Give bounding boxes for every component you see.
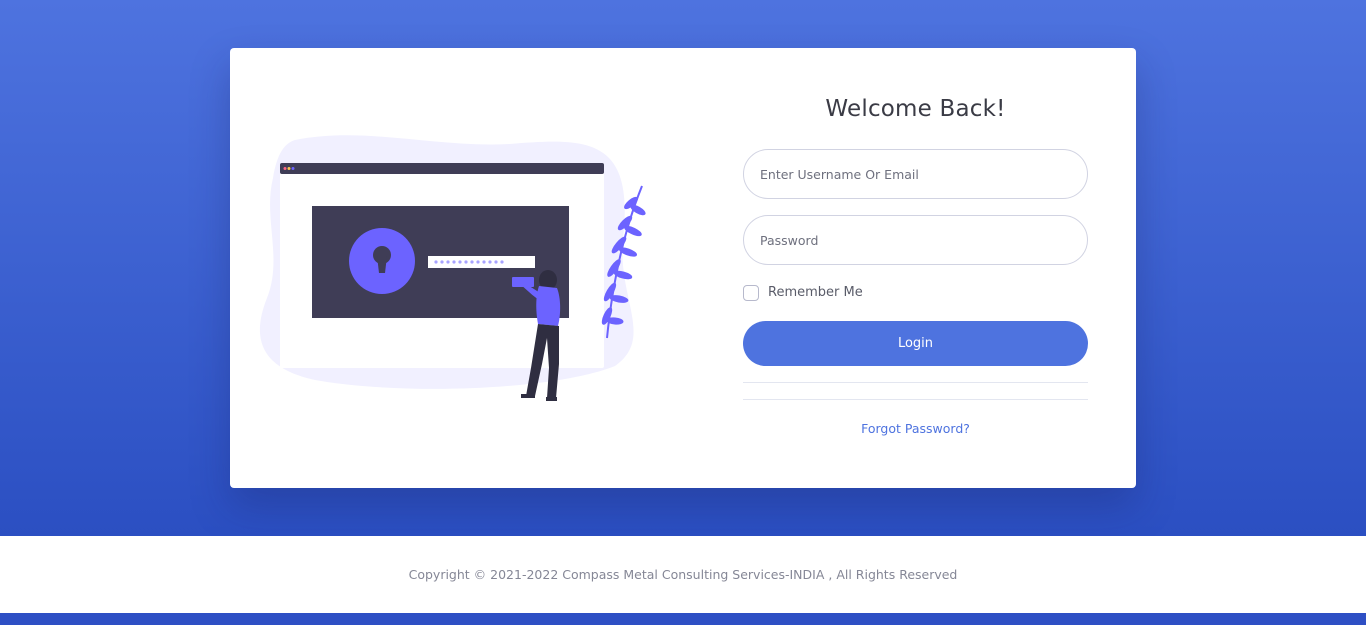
divider bbox=[743, 382, 1088, 383]
footer: Copyright © 2021-2022 Compass Metal Cons… bbox=[0, 536, 1366, 613]
remember-me-label: Remember Me bbox=[768, 285, 863, 300]
login-button[interactable]: Login bbox=[743, 321, 1088, 366]
password-input[interactable] bbox=[743, 215, 1088, 265]
username-input[interactable] bbox=[743, 149, 1088, 199]
login-form: Welcome Back! Remember Me Login Forgot P… bbox=[743, 48, 1088, 488]
copyright-text: Copyright © 2021-2022 Compass Metal Cons… bbox=[408, 567, 958, 582]
secure-login-illustration bbox=[255, 128, 655, 408]
welcome-title: Welcome Back! bbox=[825, 96, 1006, 122]
remember-me-checkbox[interactable] bbox=[743, 284, 759, 301]
forgot-password-link[interactable]: Forgot Password? bbox=[743, 421, 1088, 436]
remember-me-option[interactable]: Remember Me bbox=[743, 284, 863, 301]
login-card: Welcome Back! Remember Me Login Forgot P… bbox=[230, 48, 1136, 488]
bottom-bar bbox=[0, 613, 1366, 625]
divider bbox=[743, 399, 1088, 400]
